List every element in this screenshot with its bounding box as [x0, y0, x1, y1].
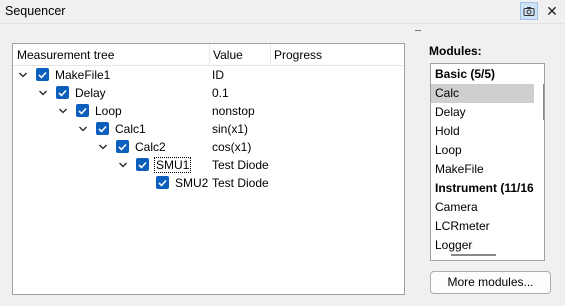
chevron-down-icon[interactable]	[97, 141, 109, 153]
row-checkbox[interactable]	[56, 86, 69, 99]
tree-header: Measurement tree Value Progress	[13, 44, 404, 66]
column-header-measurement-tree[interactable]: Measurement tree	[17, 48, 114, 62]
modules-list[interactable]: Basic (5/5) Calc Delay Hold Loop MakeFile Inst…	[430, 63, 545, 261]
tree-item-value: cos(x1)	[212, 140, 252, 154]
tree-item-value: ID	[212, 68, 224, 82]
tree-item-label: Calc2	[135, 140, 166, 154]
more-modules-button[interactable]: More modules...	[430, 271, 551, 294]
row-checkbox[interactable]	[96, 122, 109, 135]
tree-row[interactable]: SMU1 Test Diode	[13, 156, 404, 174]
module-item[interactable]: Hold	[431, 122, 534, 141]
tree-item-value: sin(x1)	[212, 122, 249, 136]
tree-item-value: nonstop	[212, 104, 255, 118]
module-item[interactable]: Calc	[431, 84, 534, 103]
tree-row[interactable]: Calc1 sin(x1)	[13, 120, 404, 138]
row-checkbox[interactable]	[76, 104, 89, 117]
chevron-down-icon[interactable]	[17, 69, 29, 81]
column-header-progress[interactable]: Progress	[274, 48, 322, 62]
modules-title: Modules:	[429, 44, 482, 58]
tree-item-label: MakeFile1	[55, 68, 111, 82]
tree-row[interactable]: Calc2 cos(x1)	[13, 138, 404, 156]
close-button[interactable]: ✕	[543, 2, 561, 20]
tree-item-label: SMU2	[175, 176, 209, 190]
row-checkbox[interactable]	[136, 158, 149, 171]
module-item[interactable]: Camera	[431, 198, 534, 217]
tree-item-value: Test Diode	[212, 158, 269, 172]
tree-row[interactable]: MakeFile1 ID	[13, 66, 404, 84]
tree-row[interactable]: Loop nonstop	[13, 102, 404, 120]
tree-row[interactable]: SMU2 Test Diode	[13, 174, 404, 192]
window-title: Sequencer	[5, 4, 66, 18]
module-item[interactable]: Delay	[431, 103, 534, 122]
module-item[interactable]: MakeFile	[431, 160, 534, 179]
module-group-header[interactable]: Basic (5/5)	[431, 65, 534, 84]
module-item[interactable]: Loop	[431, 141, 534, 160]
tree-item-value: 0.1	[212, 86, 229, 100]
tree-item-label: Delay	[75, 86, 106, 100]
module-group-header[interactable]: Instrument (11/16)	[431, 179, 534, 198]
chevron-down-icon[interactable]	[77, 123, 89, 135]
tree-item-value: Test Diode	[212, 176, 269, 190]
camera-icon[interactable]	[520, 2, 538, 20]
module-item[interactable]: Logger	[431, 236, 534, 255]
vertical-scrollbar[interactable]	[543, 84, 544, 120]
chevron-down-icon[interactable]	[37, 87, 49, 99]
tree-item-label: SMU1	[153, 157, 192, 173]
tree-item-label: Calc1	[115, 122, 146, 136]
column-header-value[interactable]: Value	[213, 48, 243, 62]
row-checkbox[interactable]	[36, 68, 49, 81]
horizontal-scrollbar[interactable]	[451, 254, 496, 256]
chevron-down-icon[interactable]	[117, 159, 129, 171]
tree-item-label: Loop	[95, 104, 122, 118]
row-checkbox[interactable]	[116, 140, 129, 153]
title-bar: Sequencer ✕	[0, 0, 565, 24]
splitter-grip	[415, 30, 421, 31]
measurement-tree[interactable]: Measurement tree Value Progress MakeFile…	[12, 43, 405, 295]
tree-row[interactable]: Delay 0.1	[13, 84, 404, 102]
splitter[interactable]	[415, 21, 417, 306]
module-item[interactable]: LCRmeter	[431, 217, 534, 236]
row-checkbox[interactable]	[156, 176, 169, 189]
chevron-down-icon[interactable]	[57, 105, 69, 117]
close-icon: ✕	[546, 2, 558, 19]
